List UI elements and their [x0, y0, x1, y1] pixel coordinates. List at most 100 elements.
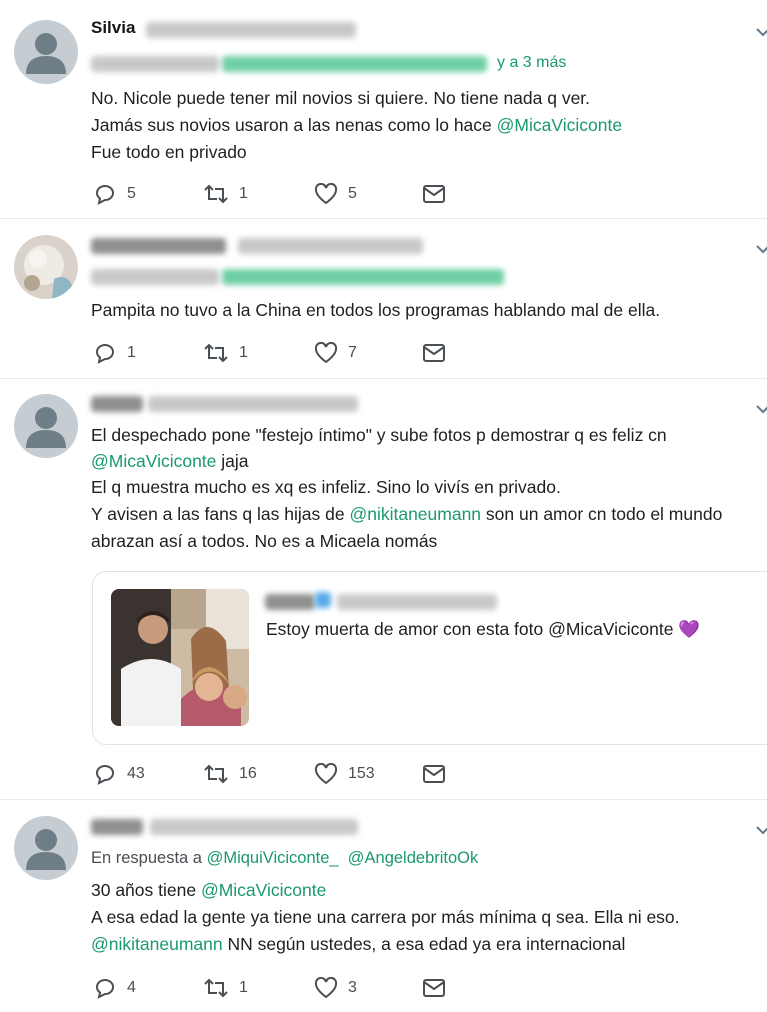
text: Estoy muerta de amor con esta foto @Mica… — [266, 619, 674, 639]
text: son un amor cn todo el mundo — [481, 504, 723, 524]
retweet-button[interactable]: 1 — [203, 975, 248, 1001]
reply-others[interactable]: y a 3 más — [497, 49, 566, 77]
envelope-icon — [423, 185, 445, 203]
tweet-actions: 4 1 3 — [93, 975, 473, 1001]
tweet-actions: 1 1 7 — [93, 340, 473, 366]
like-count: 5 — [348, 185, 357, 202]
like-button[interactable]: 3 — [314, 975, 357, 1001]
author-handle-blurred — [238, 238, 423, 254]
quoted-author-blurred — [265, 594, 315, 610]
direct-message-button[interactable] — [422, 181, 456, 207]
quoted-tweet[interactable]: Estoy muerta de amor con esta foto @Mica… — [92, 571, 767, 745]
retweet-icon — [204, 764, 228, 784]
reply-count: 4 — [127, 979, 136, 996]
text: Jamás sus novios usaron a las nenas como… — [91, 115, 497, 135]
reply-mentions-blurred — [222, 269, 504, 285]
retweet-count: 1 — [239, 185, 248, 202]
tweet: El despechado pone "festejo íntimo" y su… — [0, 379, 767, 800]
reply-context: En respuesta a @MiquiViciconte_ @Angelde… — [91, 844, 478, 872]
heart-icon — [314, 977, 338, 999]
text: 30 años tiene — [91, 880, 201, 900]
retweet-icon — [204, 184, 228, 204]
quoted-tweet-text: Estoy muerta de amor con esta foto @Mica… — [266, 615, 700, 643]
mention-link[interactable]: @MiquiViciconte_ — [207, 849, 339, 867]
mention-link[interactable]: @MicaViciconte — [201, 880, 326, 900]
reply-button[interactable]: 1 — [93, 340, 136, 366]
avatar[interactable] — [14, 235, 78, 299]
reply-context-blurred — [91, 56, 219, 72]
like-count: 7 — [348, 344, 357, 361]
reply-icon — [95, 185, 114, 205]
tweet-text-line: Pampita no tuvo a la China en todos los … — [91, 300, 661, 320]
tweet-text-line: El despechado pone "festejo íntimo" y su… — [91, 425, 667, 445]
retweet-count: 16 — [239, 765, 257, 782]
quoted-photo[interactable] — [111, 589, 249, 726]
retweet-button[interactable]: 1 — [203, 340, 248, 366]
reply-icon — [95, 765, 114, 785]
chevron-down-icon[interactable] — [755, 822, 767, 838]
tweet-text-line: No. Nicole puede tener mil novios si qui… — [91, 88, 591, 108]
direct-message-button[interactable] — [422, 761, 456, 787]
mention-link[interactable]: @MicaViciconte — [91, 451, 216, 471]
like-count: 3 — [348, 979, 357, 996]
retweet-button[interactable]: 16 — [203, 761, 257, 787]
direct-message-button[interactable] — [422, 975, 456, 1001]
heart-icon — [314, 183, 338, 205]
reply-button[interactable]: 4 — [93, 975, 136, 1001]
verified-badge-blurred — [315, 592, 331, 608]
retweet-button[interactable]: 1 — [203, 181, 248, 207]
heart-icon — [314, 342, 338, 364]
avatar[interactable] — [14, 20, 78, 84]
reply-count: 1 — [127, 344, 136, 361]
mention-link[interactable]: @nikitaneumann — [91, 934, 223, 954]
chevron-down-icon[interactable] — [755, 401, 767, 417]
reply-prefix: En respuesta a — [91, 849, 207, 867]
heart-icon — [314, 763, 338, 785]
reply-button[interactable]: 43 — [93, 761, 145, 787]
reply-icon — [95, 979, 114, 999]
chevron-down-icon[interactable] — [755, 241, 767, 257]
author-name-blurred — [91, 396, 143, 412]
tweet-text-line: abrazan así a todos. No es a Micaela nom… — [91, 531, 438, 551]
envelope-icon — [423, 979, 445, 997]
chevron-down-icon[interactable] — [755, 24, 767, 40]
mention-link[interactable]: @MicaViciconte — [497, 115, 622, 135]
avatar[interactable] — [14, 394, 78, 458]
tweet: En respuesta a @MiquiViciconte_ @Angelde… — [0, 800, 767, 1012]
tweet-text-line: Fue todo en privado — [91, 142, 247, 162]
mention-link[interactable]: @AngeldebritoOk — [348, 849, 479, 867]
tweet-text-line: 30 años tiene @MicaViciconte — [91, 876, 326, 904]
reply-count: 5 — [127, 185, 136, 202]
reply-button[interactable]: 5 — [93, 181, 136, 207]
like-button[interactable]: 5 — [314, 181, 357, 207]
tweet: Pampita no tuvo a la China en todos los … — [0, 219, 767, 379]
envelope-icon — [423, 344, 445, 362]
tweet-text-line: Jamás sus novios usaron a las nenas como… — [91, 111, 622, 139]
text: jaja — [216, 451, 249, 471]
tweet: Silvia y a 3 más No. Nicole puede tener … — [0, 0, 767, 219]
reply-count: 43 — [127, 765, 145, 782]
like-button[interactable]: 153 — [314, 761, 375, 787]
tweet-text-line: El q muestra mucho es xq es infeliz. Sin… — [91, 477, 561, 497]
reply-context-blurred — [91, 269, 219, 285]
direct-message-button[interactable] — [422, 340, 456, 366]
tweet-actions: 5 1 5 — [93, 181, 473, 207]
mention-link[interactable]: @nikitaneumann — [349, 504, 481, 524]
retweet-icon — [204, 343, 228, 363]
author-handle-blurred — [148, 396, 358, 412]
tweet-text-line: Y avisen a las fans q las hijas de @niki… — [91, 500, 722, 528]
retweet-count: 1 — [239, 344, 248, 361]
author-handle-blurred — [150, 819, 358, 835]
like-count: 153 — [348, 765, 375, 782]
author-name-blurred — [91, 238, 226, 254]
envelope-icon — [423, 765, 445, 783]
like-button[interactable]: 7 — [314, 340, 357, 366]
avatar[interactable] — [14, 816, 78, 880]
retweet-count: 1 — [239, 979, 248, 996]
author-name[interactable]: Silvia — [91, 18, 135, 38]
reply-icon — [95, 344, 114, 364]
author-handle-blurred — [146, 22, 356, 38]
tweet-actions: 43 16 153 — [93, 761, 473, 787]
tweet-text-line: @MicaViciconte jaja — [91, 447, 249, 475]
text: Y avisen a las fans q las hijas de — [91, 504, 350, 524]
